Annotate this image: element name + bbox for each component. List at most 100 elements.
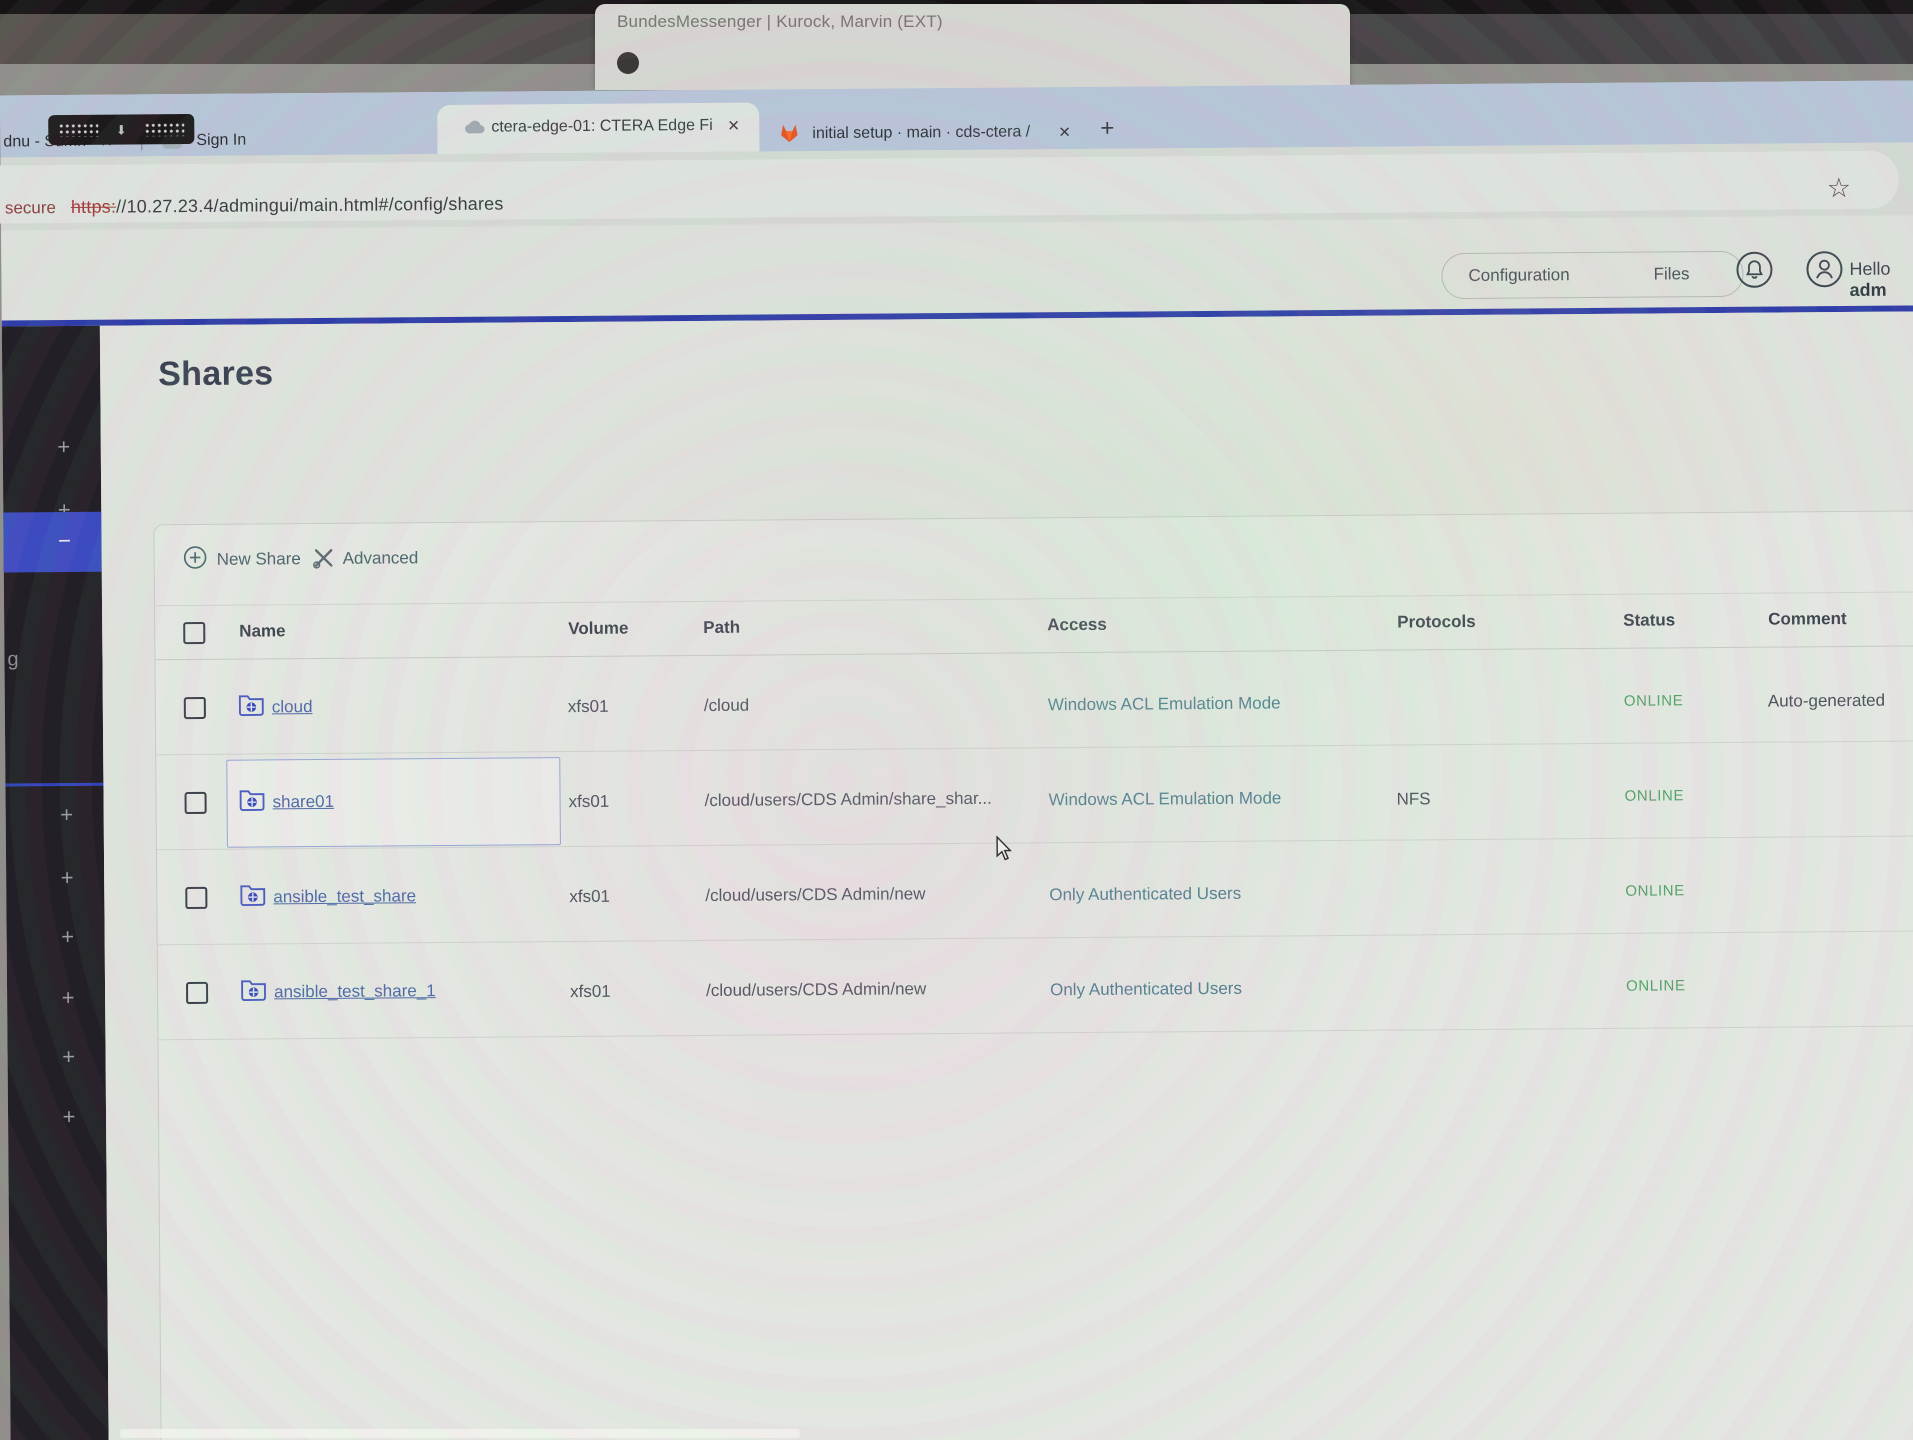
download-chip[interactable]: ⬇ [48, 114, 194, 145]
tab-active-title: ctera-edge-01: CTERA Edge File [491, 117, 713, 141]
bookmark-star-icon[interactable]: ☆ [1827, 173, 1851, 204]
close-icon[interactable]: ✕ [727, 117, 740, 135]
col-status[interactable]: Status [1623, 610, 1675, 630]
cell-access: Only Authenticated Users [1050, 979, 1242, 1001]
background-window: BundesMessenger | Kurock, Marvin (EXT) [595, 4, 1350, 90]
user-icon[interactable] [1805, 250, 1843, 288]
share-name-link[interactable]: ansible_test_share [273, 886, 416, 906]
greeting-word: Hello [1849, 259, 1890, 279]
bell-icon[interactable] [1735, 251, 1773, 289]
security-label: secure [5, 198, 56, 218]
row-checkbox[interactable] [185, 792, 207, 814]
tab-signin[interactable]: Sign In [196, 132, 246, 150]
share-folder-icon [238, 692, 265, 721]
row-checkbox[interactable] [185, 887, 207, 909]
col-name[interactable]: Name [239, 621, 285, 641]
cell-path: /cloud/users/CDS Admin/share_shar... [705, 789, 992, 811]
circle-plus-icon [183, 545, 208, 575]
cell-access: Windows ACL Emulation Mode [1049, 788, 1282, 810]
cell-access: Windows ACL Emulation Mode [1048, 693, 1281, 715]
new-tab-button[interactable]: + [1100, 115, 1114, 143]
plus-icon: + [49, 434, 79, 460]
sidebar-item[interactable]: + [3, 424, 101, 471]
table-row: ansible_test_share_1 xfs01 /cloud/users/… [158, 931, 1913, 1041]
tab-files[interactable]: Files [1654, 264, 1690, 284]
plus-icon: + [52, 865, 82, 891]
cell-volume: xfs01 [569, 887, 610, 907]
mouse-cursor [994, 836, 1016, 867]
status-badge: ONLINE [1626, 977, 1686, 994]
minus-icon: − [49, 528, 79, 554]
status-badge: ONLINE [1624, 692, 1684, 709]
tab-gitlab[interactable]: initial setup · main · cds-ctera / [812, 123, 1030, 143]
cloud-icon [463, 118, 487, 141]
new-share-button[interactable]: New Share [217, 549, 301, 570]
share-name-link[interactable]: share01 [273, 792, 335, 811]
url-text: https://10.27.23.4/admingui/main.html#/c… [71, 194, 504, 218]
sidebar-partial-label[interactable]: g [7, 648, 18, 671]
col-comment[interactable]: Comment [1768, 609, 1847, 630]
username: adm [1850, 280, 1887, 300]
url-bar[interactable]: secure https://10.27.23.4/admingui/main.… [0, 151, 1899, 224]
row-checkbox[interactable] [186, 982, 208, 1004]
cell-path: /cloud [704, 696, 750, 716]
select-all-checkbox[interactable] [183, 622, 205, 644]
row-checkbox[interactable] [184, 697, 206, 719]
table-row: share01 xfs01 /cloud/users/CDS Admin/sha… [156, 741, 1913, 851]
table-row: ansible_test_share xfs01 /cloud/users/CD… [157, 836, 1913, 946]
cell-volume: xfs01 [568, 697, 609, 717]
url-rest: //10.27.23.4/admingui/main.html#/config/… [116, 194, 504, 217]
cell-path: /cloud/users/CDS Admin/new [706, 979, 926, 1001]
bezel-reflection [120, 1429, 800, 1438]
cell-volume: xfs01 [569, 792, 610, 812]
share-folder-icon [238, 787, 265, 816]
cell-protocols: NFS [1397, 789, 1431, 809]
tools-icon [311, 546, 337, 577]
url-row: secure https://10.27.23.4/admingui/main.… [1, 142, 1913, 229]
col-volume[interactable]: Volume [568, 619, 628, 639]
cell-comment: Auto-generated [1768, 691, 1885, 712]
table-row: cloud xfs01 /cloud Windows ACL Emulation… [155, 646, 1913, 756]
close-icon[interactable]: ✕ [1058, 123, 1071, 141]
col-path[interactable]: Path [703, 618, 740, 638]
cell-access: Only Authenticated Users [1049, 884, 1241, 906]
cell-path: /cloud/users/CDS Admin/new [705, 884, 925, 906]
sidebar-item[interactable]: + [6, 792, 104, 839]
browser-window: dnu - Sumn ✕ ⬇ | Sign In ctera-edge-01: … [0, 80, 1913, 1440]
share-folder-icon [239, 882, 266, 911]
gitlab-icon [775, 119, 803, 150]
tab-active-ctera[interactable]: ctera-edge-01: CTERA Edge File ✕ [437, 103, 759, 155]
download-arrow-icon: ⬇ [116, 123, 127, 136]
dots-pattern [144, 122, 184, 136]
dots-pattern [58, 123, 98, 137]
plus-icon: + [53, 1044, 83, 1070]
plus-icon: + [52, 802, 82, 828]
background-window-title: BundesMessenger | Kurock, Marvin (EXT) [617, 12, 943, 32]
sidebar-divider [5, 783, 103, 787]
page-title: Shares [158, 354, 274, 394]
share-name-link[interactable]: ansible_test_share_1 [274, 981, 436, 1001]
advanced-button[interactable]: Advanced [343, 548, 419, 569]
url-scheme-struck: https: [71, 197, 116, 217]
status-badge: ONLINE [1625, 787, 1685, 804]
sidebar-item[interactable]: + [8, 1094, 106, 1141]
monitor-photo: BundesMessenger | Kurock, Marvin (EXT) d… [0, 0, 1913, 1440]
avatar [617, 52, 639, 74]
col-protocols[interactable]: Protocols [1397, 612, 1476, 633]
plus-icon: + [53, 985, 83, 1011]
share-folder-icon [240, 977, 267, 1006]
greeting[interactable]: Hello adm [1849, 258, 1913, 301]
tab-configuration[interactable]: Configuration [1468, 265, 1569, 286]
cell-volume: xfs01 [570, 982, 611, 1002]
sidebar-item[interactable]: + [7, 1034, 105, 1081]
plus-icon: + [53, 924, 83, 950]
sidebar-item[interactable]: + [6, 855, 104, 902]
sidebar: + + − g + + + + + + [2, 326, 109, 1440]
plus-icon: + [54, 1104, 84, 1130]
share-name-link[interactable]: cloud [272, 697, 313, 716]
sidebar-item-active[interactable]: − [3, 512, 101, 573]
sidebar-item[interactable]: + [6, 914, 104, 961]
sidebar-item[interactable]: + [7, 975, 105, 1022]
status-badge: ONLINE [1625, 882, 1685, 899]
col-access[interactable]: Access [1047, 615, 1107, 635]
